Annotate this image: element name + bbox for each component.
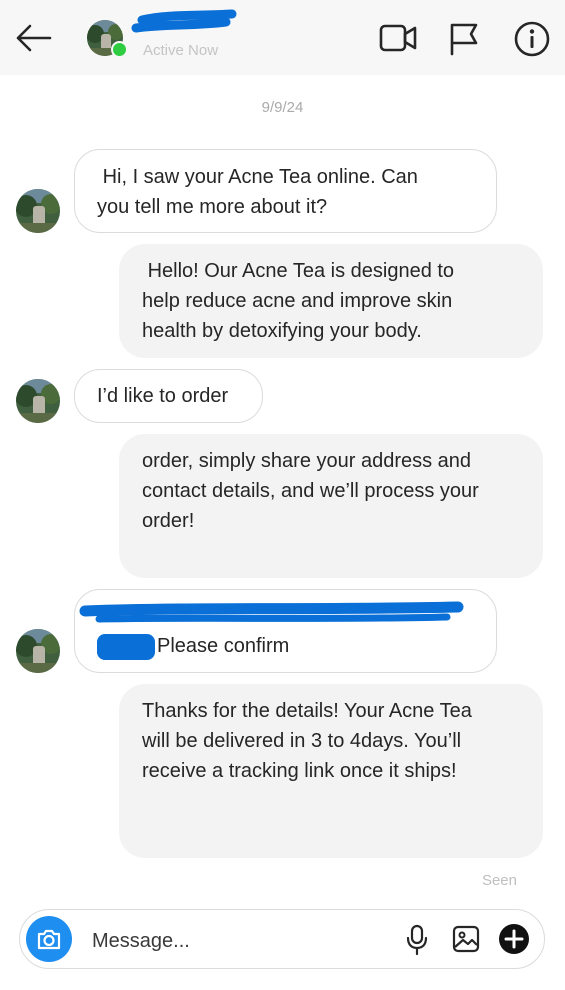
avatar[interactable] (16, 379, 60, 423)
camera-button[interactable] (26, 916, 72, 962)
conversation-date: 9/9/24 (261, 99, 304, 116)
incoming-message: I’d like to order (74, 369, 263, 423)
info-icon[interactable] (513, 20, 551, 58)
avatar[interactable] (16, 189, 60, 233)
back-arrow-icon[interactable] (14, 22, 54, 54)
plus-icon[interactable] (498, 923, 530, 955)
username-redaction (131, 9, 237, 33)
seen-indicator: Seen (481, 872, 517, 889)
flag-icon[interactable] (446, 20, 482, 56)
video-camera-icon[interactable] (378, 20, 418, 56)
incoming-message: Hi, I saw your Acne Tea online. Can you … (74, 149, 497, 233)
microphone-icon[interactable] (404, 924, 430, 956)
outgoing-message: Hello! Our Acne Tea is designed to help … (119, 244, 543, 358)
online-status-dot (111, 41, 128, 58)
camera-icon (37, 929, 61, 950)
incoming-message-redacted: Please confirm (74, 589, 497, 673)
message-text: Please confirm (157, 635, 290, 657)
outgoing-message: Thanks for the details! Your Acne Tea wi… (119, 684, 543, 858)
message-composer (19, 909, 545, 969)
chat-header: Active Now (0, 0, 565, 75)
outgoing-message: order, simply share your address and con… (119, 434, 543, 578)
message-input[interactable] (90, 922, 394, 960)
active-status: Active Now (143, 42, 219, 59)
avatar[interactable] (16, 629, 60, 673)
image-icon[interactable] (451, 924, 481, 954)
